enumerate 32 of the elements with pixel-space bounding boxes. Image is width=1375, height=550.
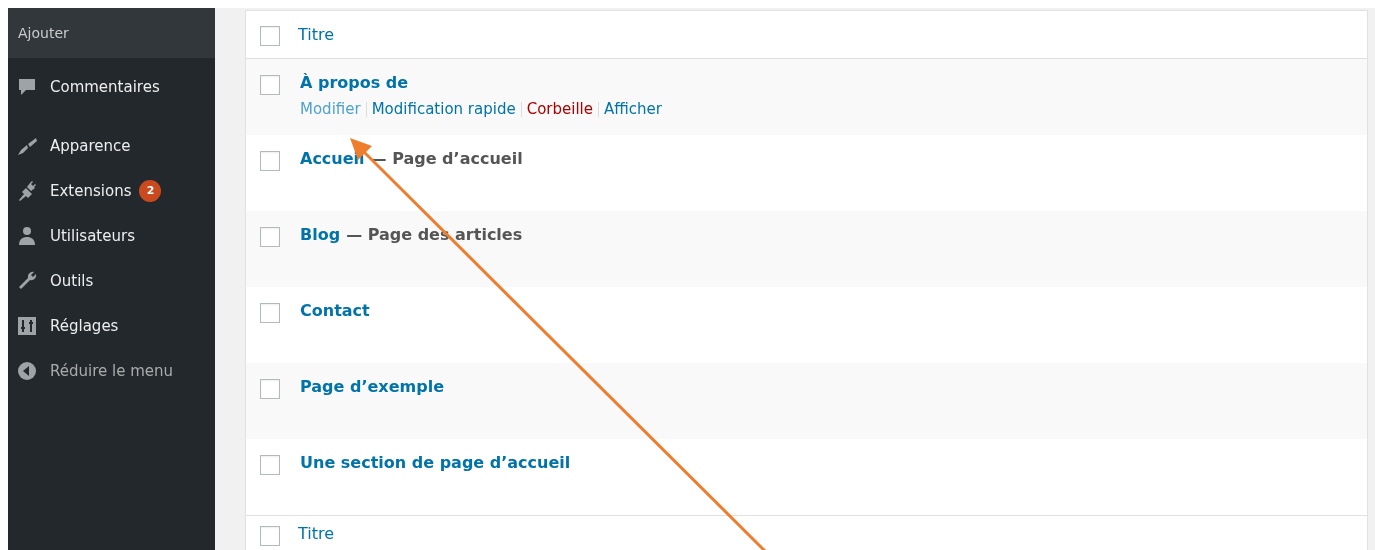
page-title-link[interactable]: Contact xyxy=(300,301,370,320)
row-action-link[interactable]: Modification rapide xyxy=(371,100,516,118)
page-title-link[interactable]: Page d’exemple xyxy=(300,377,444,396)
count-badge: 2 xyxy=(139,179,162,202)
row-action-link[interactable]: Modifier xyxy=(300,100,361,118)
menu-item[interactable]: Ajouter xyxy=(8,8,215,58)
checkbox[interactable] xyxy=(260,303,280,323)
menu-item[interactable]: Outils xyxy=(8,258,215,303)
sliders-icon xyxy=(16,314,38,337)
menu-item[interactable]: Utilisateurs xyxy=(8,213,215,258)
menu-item[interactable]: Réduire le menu xyxy=(8,348,215,393)
checkbox[interactable] xyxy=(260,227,280,247)
column-header[interactable]: Titre xyxy=(298,524,335,543)
page-title-link[interactable]: Blog xyxy=(300,225,341,244)
checkbox[interactable] xyxy=(260,455,280,475)
checkbox[interactable] xyxy=(260,151,280,171)
page-title-link[interactable]: Une section de page d’accueil xyxy=(300,453,571,472)
trash-link[interactable]: Corbeille xyxy=(526,100,593,118)
checkbox[interactable] xyxy=(260,25,280,46)
checkbox[interactable] xyxy=(260,379,280,399)
plug-icon xyxy=(16,179,38,202)
menu-item[interactable]: Réglages xyxy=(8,303,215,348)
row-action-link[interactable]: Afficher xyxy=(603,100,662,118)
checkbox[interactable] xyxy=(260,75,280,95)
user-icon xyxy=(16,224,38,247)
page-state-label: — Page des articles xyxy=(346,225,523,244)
checkbox[interactable] xyxy=(260,526,280,546)
column-header[interactable]: Titre xyxy=(298,25,335,44)
menu-item[interactable]: Extensions 2 xyxy=(8,168,215,213)
page-title-link[interactable]: À propos de xyxy=(300,73,409,92)
menu-item[interactable]: Commentaires xyxy=(8,64,215,109)
menu-item[interactable]: Apparence xyxy=(8,123,215,168)
